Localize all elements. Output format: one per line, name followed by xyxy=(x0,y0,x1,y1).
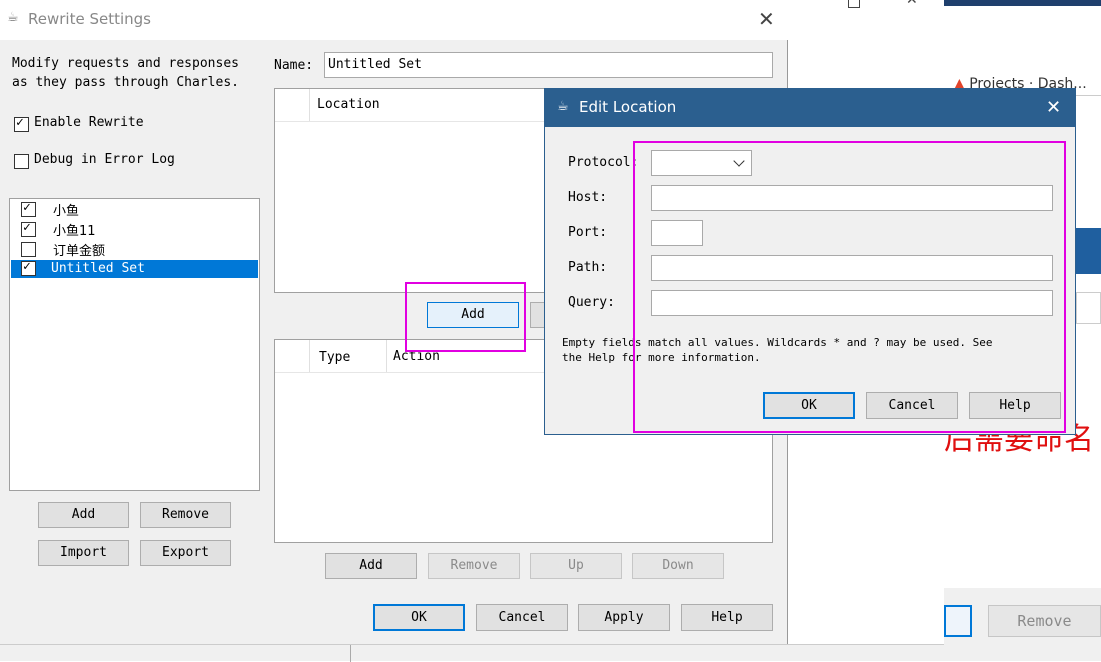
import-button[interactable]: Import xyxy=(38,540,129,566)
type-column-header[interactable]: Type xyxy=(319,350,350,365)
name-input[interactable]: Untitled Set xyxy=(324,52,773,78)
enable-rewrite-label[interactable]: Enable Rewrite xyxy=(34,115,144,130)
cancel-button[interactable]: Cancel xyxy=(476,604,568,631)
header-divider xyxy=(386,340,387,372)
close-icon[interactable]: ✕ xyxy=(758,7,775,31)
close-icon[interactable]: ✕ xyxy=(1046,97,1061,118)
check-icon: ✓ xyxy=(23,200,31,215)
set-checkbox[interactable]: ✓ xyxy=(21,200,36,217)
list-item-selected[interactable]: ✓ Untitled Set xyxy=(11,259,258,278)
set-label: 小鱼11 xyxy=(53,224,96,239)
protocol-label: Protocol: xyxy=(568,155,639,170)
check-icon: ✓ xyxy=(23,220,31,235)
rewrite-title: Rewrite Settings xyxy=(28,10,151,28)
down-rule-button[interactable]: Down xyxy=(632,553,724,579)
background-remove-button[interactable]: Remove xyxy=(988,605,1101,637)
parent-close-icon[interactable]: ✕ xyxy=(906,0,918,8)
export-button[interactable]: Export xyxy=(140,540,231,566)
list-item[interactable]: 订单金额 xyxy=(11,240,258,259)
remove-set-button[interactable]: Remove xyxy=(140,502,231,528)
up-rule-button[interactable]: Up xyxy=(530,553,622,579)
set-checkbox[interactable] xyxy=(21,242,36,257)
check-icon: ✓ xyxy=(16,115,24,130)
set-checkbox[interactable]: ✓ xyxy=(21,259,36,276)
charles-icon: ☕ xyxy=(557,99,569,114)
background-blue-button[interactable] xyxy=(944,605,972,637)
list-item[interactable]: ✓ 小鱼11 xyxy=(11,220,258,239)
path-label: Path: xyxy=(568,260,608,275)
set-label: Untitled Set xyxy=(51,261,145,276)
debug-log-label[interactable]: Debug in Error Log xyxy=(34,152,175,167)
remove-rule-button[interactable]: Remove xyxy=(428,553,520,579)
debug-log-checkbox[interactable] xyxy=(14,154,29,169)
description-line-2: as they pass through Charles. xyxy=(12,75,239,90)
list-item[interactable]: ✓ 小鱼 xyxy=(11,200,258,219)
bottom-edge xyxy=(0,644,944,662)
query-label: Query: xyxy=(568,295,615,310)
edit-location-title: Edit Location xyxy=(579,98,677,116)
highlight-box-form xyxy=(633,141,1066,433)
name-label: Name: xyxy=(274,58,314,73)
rewrite-titlebar: ☕ Rewrite Settings ✕ xyxy=(0,0,788,40)
highlight-box-add xyxy=(405,282,526,352)
edit-location-titlebar: ☕ Edit Location ✕ xyxy=(545,89,1075,127)
apply-button[interactable]: Apply xyxy=(578,604,670,631)
header-divider xyxy=(309,340,310,372)
check-icon: ✓ xyxy=(23,259,31,274)
port-label: Port: xyxy=(568,225,608,240)
set-label: 订单金额 xyxy=(53,244,106,259)
charles-icon: ☕ xyxy=(7,10,19,25)
set-label: 小鱼 xyxy=(53,204,80,219)
help-button[interactable]: Help xyxy=(681,604,773,631)
sets-list[interactable]: ✓ 小鱼 ✓ 小鱼11 订单金额 ✓ Untitled Set xyxy=(9,198,260,491)
background-field xyxy=(1076,292,1101,324)
edge-divider xyxy=(350,645,351,662)
parent-window-controls: ✕ xyxy=(788,0,944,8)
ok-button[interactable]: OK xyxy=(373,604,465,631)
background-titlebar xyxy=(944,0,1101,6)
enable-rewrite-checkbox[interactable]: ✓ xyxy=(14,115,29,132)
set-checkbox[interactable]: ✓ xyxy=(21,220,36,237)
maximize-icon[interactable] xyxy=(848,0,860,8)
description-line-1: Modify requests and responses xyxy=(12,56,239,71)
location-column-header[interactable]: Location xyxy=(317,97,380,112)
background-bar xyxy=(1076,228,1101,274)
host-label: Host: xyxy=(568,190,608,205)
add-set-button[interactable]: Add xyxy=(38,502,129,528)
header-divider xyxy=(309,89,310,121)
add-rule-button[interactable]: Add xyxy=(325,553,417,579)
